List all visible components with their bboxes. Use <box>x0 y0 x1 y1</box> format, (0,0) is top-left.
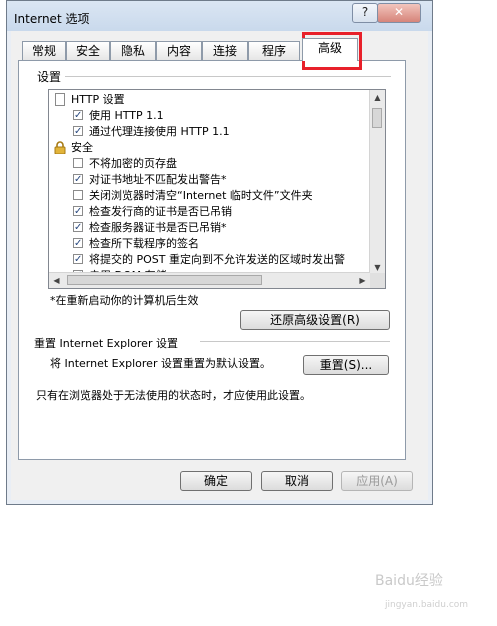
list-item-label: 检查服务器证书是否已吊销* <box>89 221 227 234</box>
restart-note: *在重新启动你的计算机后生效 <box>50 294 199 307</box>
reset-button[interactable]: 重置(S)... <box>303 355 389 375</box>
list-item-label: HTTP 设置 <box>71 93 125 106</box>
restore-advanced-button[interactable]: 还原高级设置(R) <box>240 310 390 330</box>
scroll-up-icon[interactable]: ▲ <box>370 90 385 105</box>
scroll-right-icon[interactable]: ▶ <box>355 273 370 288</box>
tab-label: 程序 <box>261 44 286 58</box>
watermark: Baidu经验 <box>375 573 443 589</box>
horizontal-scroll-thumb[interactable] <box>67 275 262 285</box>
checkbox-clear-temp[interactable] <box>73 190 83 200</box>
lock-icon <box>54 141 66 155</box>
tab-label: 内容 <box>166 44 191 58</box>
settings-group-line <box>65 76 391 77</box>
list-item[interactable]: ✓ 检查服务器证书是否已吊销* <box>49 220 369 236</box>
tab-privacy[interactable]: 隐私 <box>110 41 156 60</box>
list-item-label: 检查所下载程序的签名 <box>89 237 199 250</box>
settings-list[interactable]: HTTP 设置 ✓ 使用 HTTP 1.1 ✓ 通过代理连接使用 HTTP 1.… <box>48 89 386 289</box>
page-icon <box>55 93 65 106</box>
list-item[interactable]: 关闭浏览器时清空“Internet 临时文件”文件夹 <box>49 188 369 204</box>
help-button[interactable]: ? <box>352 3 378 23</box>
list-item[interactable]: ✓ 对证书地址不匹配发出警告* <box>49 172 369 188</box>
vertical-scroll-thumb[interactable] <box>372 108 382 128</box>
checkbox-server-revocation[interactable]: ✓ <box>73 222 83 233</box>
list-item-label: 关闭浏览器时清空“Internet 临时文件”文件夹 <box>89 189 313 202</box>
checkbox-download-signature[interactable]: ✓ <box>73 238 83 249</box>
checkbox-cert-mismatch[interactable]: ✓ <box>73 174 83 185</box>
vertical-scrollbar[interactable]: ▲ ▼ <box>369 90 385 275</box>
title-bar: Internet 选项 ? ✕ <box>7 1 432 31</box>
help-icon: ? <box>361 5 369 19</box>
tab-content[interactable]: 内容 <box>156 41 202 60</box>
apply-button[interactable]: 应用(A) <box>341 471 413 491</box>
list-item: HTTP 设置 <box>49 92 369 108</box>
tab-security[interactable]: 安全 <box>66 41 110 60</box>
reset-description: 将 Internet Explorer 设置重置为默认设置。 <box>50 357 271 370</box>
reset-group-label: 重置 Internet Explorer 设置 <box>34 337 178 350</box>
scroll-left-icon[interactable]: ◀ <box>49 273 64 288</box>
tab-general[interactable]: 常规 <box>22 41 66 60</box>
tab-label: 高级 <box>317 41 342 55</box>
list-item[interactable]: ✓ 将提交的 POST 重定向到不允许发送的区域时发出警 <box>49 252 369 268</box>
tab-connections[interactable]: 连接 <box>202 41 248 60</box>
ok-button[interactable]: 确定 <box>180 471 252 491</box>
tab-label: 隐私 <box>120 44 145 58</box>
cancel-button[interactable]: 取消 <box>261 471 333 491</box>
list-item[interactable]: ✓ 通过代理连接使用 HTTP 1.1 <box>49 124 369 140</box>
checkbox-http11[interactable]: ✓ <box>73 110 83 121</box>
scroll-corner <box>370 273 385 288</box>
list-item-label: 使用 HTTP 1.1 <box>89 109 164 122</box>
list-item-label: 将提交的 POST 重定向到不允许发送的区域时发出警 <box>89 253 345 266</box>
close-icon: ✕ <box>393 5 405 19</box>
list-item-label: 检查发行商的证书是否已吊销 <box>89 205 232 218</box>
tab-label: 常规 <box>31 44 56 58</box>
list-item-label: 安全 <box>71 141 93 154</box>
list-item-label: 对证书地址不匹配发出警告* <box>89 173 227 186</box>
checkbox-publisher-revocation[interactable]: ✓ <box>73 206 83 217</box>
horizontal-scrollbar[interactable]: ◀ ▶ <box>49 272 370 288</box>
checkbox-no-save-encrypted[interactable] <box>73 158 83 168</box>
window-title: Internet 选项 <box>14 12 90 26</box>
list-item[interactable]: ✓ 使用 HTTP 1.1 <box>49 108 369 124</box>
settings-group-label: 设置 <box>35 68 64 85</box>
list-item[interactable]: ✓ 检查所下载程序的签名 <box>49 236 369 252</box>
close-button[interactable]: ✕ <box>377 3 421 23</box>
tab-programs[interactable]: 程序 <box>248 41 300 60</box>
checkbox-post-redirect[interactable]: ✓ <box>73 254 83 265</box>
tab-label: 安全 <box>75 44 100 58</box>
reset-note: 只有在浏览器处于无法使用的状态时，才应使用此设置。 <box>36 389 311 402</box>
list-item: 安全 <box>49 140 369 156</box>
list-item-label: 通过代理连接使用 HTTP 1.1 <box>89 125 230 138</box>
tab-advanced[interactable]: 高级 <box>302 38 358 61</box>
watermark-url: jingyan.baidu.com <box>385 600 469 610</box>
reset-group-line <box>200 341 390 342</box>
tab-label: 连接 <box>212 44 237 58</box>
list-item[interactable]: 不将加密的页存盘 <box>49 156 369 172</box>
checkbox-proxy-http11[interactable]: ✓ <box>73 126 83 137</box>
list-item[interactable]: ✓ 检查发行商的证书是否已吊销 <box>49 204 369 220</box>
list-item-label: 不将加密的页存盘 <box>89 157 177 170</box>
